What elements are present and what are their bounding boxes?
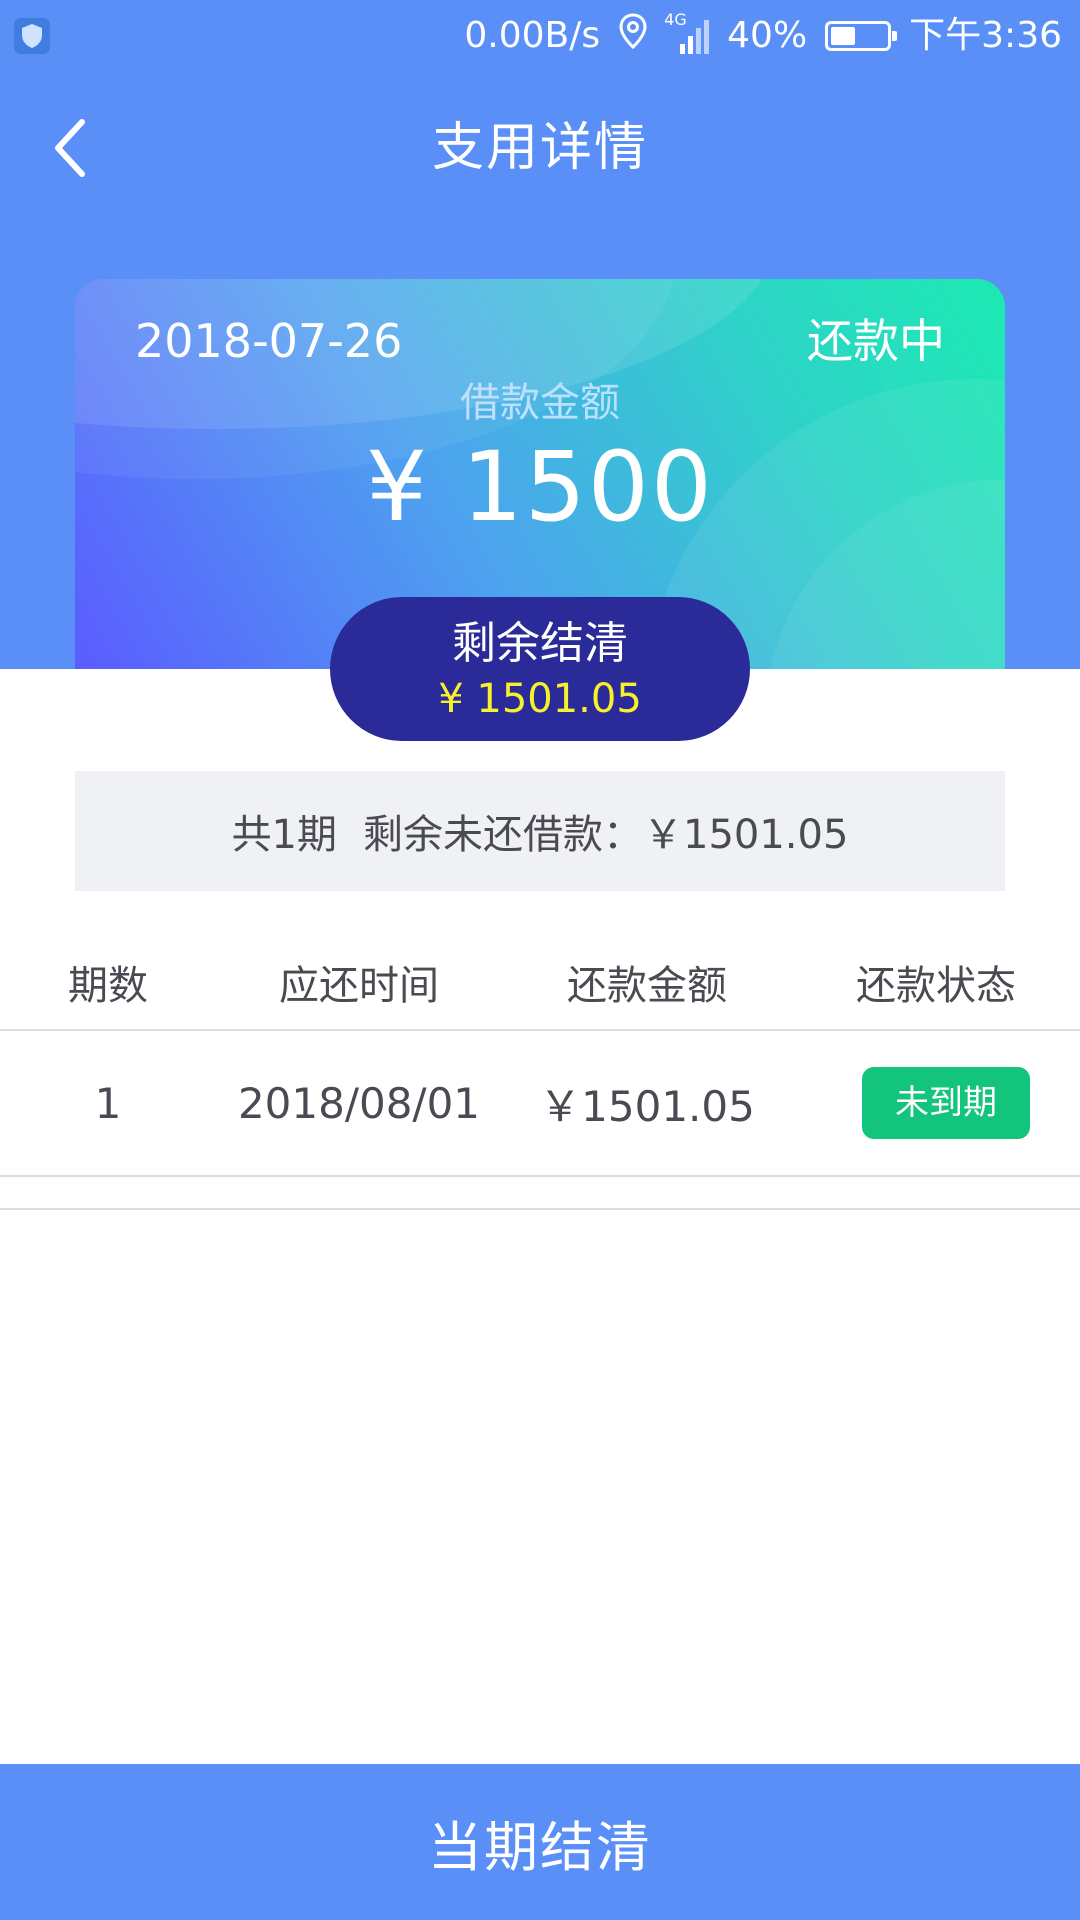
row-due-date: 2018/08/01 <box>237 1078 481 1128</box>
page-title: 支用详情 <box>431 118 648 178</box>
network-type: 4G <box>664 10 687 29</box>
page: 0.00B/s 4G 40% 下午3:36 支用详情 2018-07-26 还款… <box>0 0 1080 1920</box>
status-bar: 0.00B/s 4G 40% 下午3:36 <box>0 0 1080 72</box>
period-count: 共1期 <box>231 812 338 858</box>
loan-date: 2018-07-26 <box>135 314 403 368</box>
row-amount: ￥1501.05 <box>539 1081 755 1131</box>
loan-amount-label: 借款金额 <box>460 380 620 426</box>
row-status-cell: 未到期 <box>792 1067 1080 1139</box>
loan-status: 还款中 <box>807 314 945 368</box>
clock: 下午3:36 <box>909 15 1062 56</box>
repayment-summary: 共1期 剩余未还借款：￥1501.05 <box>75 771 1005 891</box>
header-period: 期数 <box>68 963 148 1009</box>
payoff-all-button[interactable]: 剩余结清 ¥ 1501.05 <box>330 597 750 741</box>
signal-icon: 4G <box>664 10 710 54</box>
network-speed: 0.00B/s <box>464 15 601 56</box>
status-badge: 未到期 <box>862 1067 1030 1139</box>
location-icon <box>618 12 648 60</box>
header-due-date: 应还时间 <box>279 963 439 1009</box>
settle-current-button[interactable]: 当期结清 <box>0 1764 1080 1920</box>
loan-amount: ¥ 1500 <box>366 431 714 543</box>
table-row: 1 2018/08/01 ￥1501.05 未到期 <box>0 1031 1080 1177</box>
payoff-label: 剩余结清 <box>452 618 628 669</box>
battery-percent: 40% <box>727 15 808 56</box>
row-period: 1 <box>94 1078 122 1128</box>
table-header: 期数 应还时间 还款金额 还款状态 <box>0 935 1080 1031</box>
battery-icon <box>825 21 898 51</box>
shield-icon <box>14 18 50 54</box>
header-amount: 还款金额 <box>567 963 727 1009</box>
remaining-amount: 剩余未还借款：￥1501.05 <box>363 812 849 858</box>
header-status: 还款状态 <box>856 963 1016 1009</box>
status-right: 0.00B/s 4G 40% 下午3:36 <box>464 10 1062 60</box>
divider <box>0 1208 1080 1210</box>
payoff-amount: ¥ 1501.05 <box>438 676 642 722</box>
